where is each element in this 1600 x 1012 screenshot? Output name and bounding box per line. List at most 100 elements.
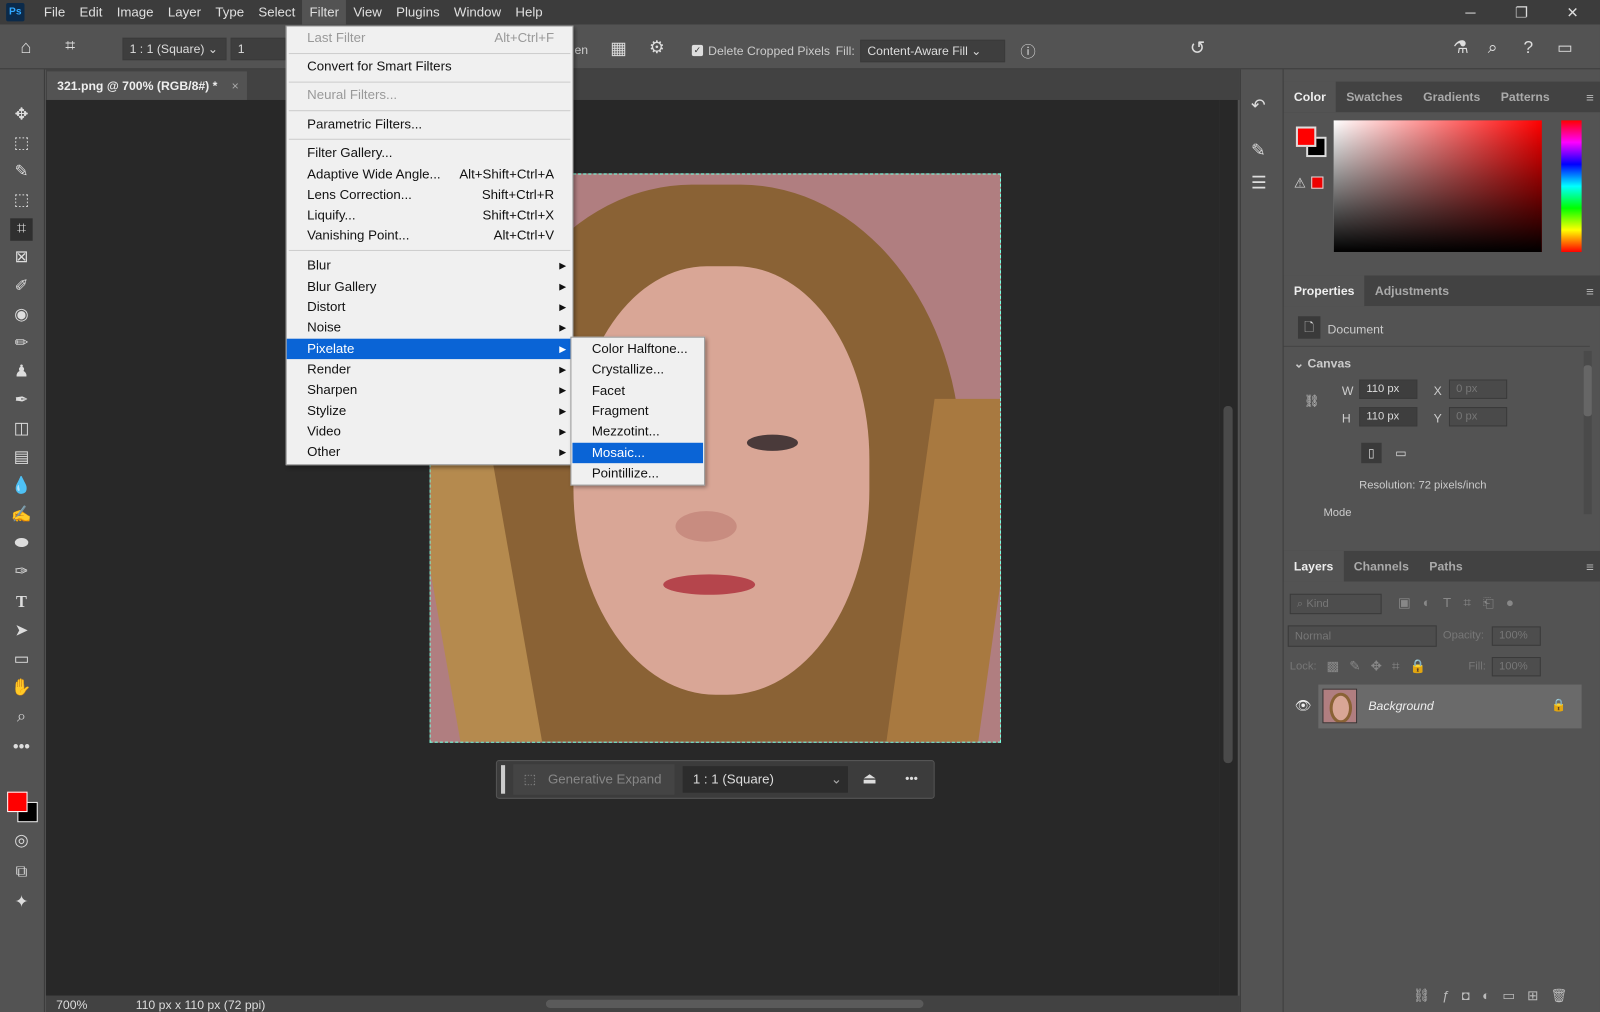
eraser-icon[interactable]: ◫ <box>10 418 32 440</box>
menu-item-render[interactable]: Render ▶ <box>287 359 573 379</box>
submenu-item-mosaic[interactable]: Mosaic... <box>572 442 704 464</box>
color-field[interactable] <box>1333 120 1542 252</box>
tab-swatches[interactable]: Swatches <box>1336 82 1413 113</box>
gradient-tool-icon[interactable]: ▤ <box>10 447 32 469</box>
search-icon[interactable]: ⌕ <box>1488 38 1498 58</box>
ratio-select[interactable]: 1 : 1 (Square) ⌄ <box>122 37 227 61</box>
layer-filter-icons[interactable]: ▣◐T⌗⎗● <box>1398 595 1526 611</box>
workspace-icon[interactable]: ▭ <box>1557 38 1572 58</box>
document-tab[interactable]: 321.png @ 700% (RGB/8#) * × <box>46 71 247 100</box>
crop-tool-icon[interactable]: ⌗ <box>10 218 33 241</box>
tab-color[interactable]: Color <box>1283 81 1337 113</box>
menu-edit[interactable]: Edit <box>72 0 109 24</box>
tab-adjustments[interactable]: Adjustments <box>1365 275 1460 306</box>
vertical-scrollbar[interactable] <box>1219 99 1238 996</box>
overlay-grid-icon[interactable]: ▦ <box>610 39 626 59</box>
menu-item-stylize[interactable]: Stylize ▶ <box>287 401 573 421</box>
color-fg-swatch[interactable] <box>1295 126 1317 147</box>
tab-layers[interactable]: Layers <box>1283 550 1344 582</box>
zoom-level[interactable]: 700% <box>56 998 87 1012</box>
crop-tool-preset-icon[interactable]: ⌗ <box>65 36 75 56</box>
visibility-eye-icon[interactable]: 👁 <box>1295 698 1312 714</box>
menu-image[interactable]: Image <box>110 0 161 24</box>
hand-tool-icon[interactable]: ✋ <box>10 677 32 699</box>
menu-item-sharpen[interactable]: Sharpen ▶ <box>287 380 573 400</box>
lock-icons[interactable]: ▩✎✥⌗🔒 <box>1327 658 1437 674</box>
width-input[interactable]: 110 px <box>1359 379 1418 399</box>
clear-button-partial[interactable]: en <box>574 43 588 57</box>
menu-item-blur[interactable]: Blur ▶ <box>287 255 573 275</box>
flask-icon[interactable]: ⚗ <box>1453 38 1469 58</box>
layer-row[interactable]: 👁 Background 🔒 <box>1284 684 1600 729</box>
menu-item-video[interactable]: Video ▶ <box>287 421 573 441</box>
frame-tool-icon[interactable]: ⊠ <box>10 247 32 269</box>
tab-gradients[interactable]: Gradients <box>1413 82 1491 113</box>
horizontal-scrollbar[interactable] <box>545 999 924 1008</box>
panel-menu-icon[interactable]: ≡ <box>1586 284 1594 299</box>
adjust-sliders-icon[interactable]: ☰ <box>1251 173 1267 193</box>
more-options-button[interactable]: ••• <box>905 771 918 785</box>
menu-select[interactable]: Select <box>251 0 302 24</box>
menu-plugins[interactable]: Plugins <box>389 0 447 24</box>
more-tools-icon[interactable]: ••• <box>10 737 32 759</box>
rectangle-tool-icon[interactable]: ▭ <box>10 649 32 671</box>
generative-expand-button[interactable]: ⬚ Generative Expand <box>513 764 675 795</box>
eyedropper-icon[interactable]: ✐ <box>10 275 32 297</box>
submenu-item-pointillize[interactable]: Pointillize... <box>572 463 703 483</box>
smudge-icon[interactable]: ⬬ <box>10 533 32 555</box>
menu-window[interactable]: Window <box>447 0 508 24</box>
history-brush-icon[interactable]: ✒ <box>10 390 32 412</box>
path-selection-icon[interactable]: ➤ <box>10 620 32 642</box>
quick-selection-icon[interactable]: ✎ <box>10 161 32 183</box>
link-icon[interactable]: ⛓ <box>1304 394 1320 408</box>
menu-item-blur-gallery[interactable]: Blur Gallery ▶ <box>287 276 573 296</box>
scroll-thumb[interactable] <box>1223 406 1233 764</box>
fill-select[interactable]: Content-Aware Fill ⌄ <box>860 39 1006 63</box>
in-gamut-color[interactable] <box>1311 176 1324 189</box>
landscape-orientation-icon[interactable]: ▭ <box>1391 443 1411 463</box>
context-ratio-select[interactable]: 1 : 1 (Square) ⌄ <box>682 766 848 793</box>
menu-layer[interactable]: Layer <box>161 0 208 24</box>
tab-channels[interactable]: Channels <box>1344 551 1420 582</box>
history-icon[interactable]: ↶ <box>1251 96 1266 116</box>
x-input[interactable]: 0 px <box>1448 379 1508 399</box>
menu-view[interactable]: View <box>346 0 389 24</box>
brush-tool-icon[interactable]: ✏ <box>10 333 32 355</box>
gear-icon[interactable]: ⚙ <box>649 38 665 58</box>
reset-icon[interactable]: ↺ <box>1190 38 1205 59</box>
delete-cropped-checkbox[interactable]: ✓ <box>691 44 704 57</box>
marquee-tool-icon[interactable]: ⬚ <box>10 133 32 155</box>
menu-help[interactable]: Help <box>508 0 550 24</box>
healing-brush-icon[interactable]: ◉ <box>10 304 32 326</box>
layer-actions[interactable]: ⛓ƒ◘◐▭⊞🗑 <box>1284 988 1600 1012</box>
menu-item-lens-correction[interactable]: Lens Correction... Shift+Ctrl+R <box>287 185 573 205</box>
fill-input[interactable]: 100% <box>1491 657 1541 677</box>
straighten-icon[interactable]: ⏏ <box>862 769 876 787</box>
blend-mode-select[interactable]: Normal <box>1287 625 1437 647</box>
info-icon[interactable]: ⓘ <box>1020 41 1035 62</box>
portrait-orientation-icon[interactable]: ▯ <box>1361 442 1382 464</box>
submenu-item-crystallize[interactable]: Crystallize... <box>572 359 703 379</box>
help-icon[interactable]: ? <box>1523 38 1533 58</box>
y-input[interactable]: 0 px <box>1448 407 1508 427</box>
layer-kind-filter[interactable]: ⌕ Kind <box>1289 593 1382 615</box>
menu-type[interactable]: Type <box>208 0 251 24</box>
move-tool-icon[interactable]: ✥ <box>10 104 32 126</box>
menu-item-other[interactable]: Other ▶ <box>287 442 573 462</box>
pen-tool-icon[interactable]: ✑ <box>10 561 32 583</box>
screen-mode-icon[interactable]: ⧉ <box>10 861 32 883</box>
menu-item-adaptive-wide-angle[interactable]: Adaptive Wide Angle... Alt+Shift+Ctrl+A <box>287 164 573 184</box>
submenu-item-color-halftone[interactable]: Color Halftone... <box>572 339 703 359</box>
type-tool-icon[interactable]: T <box>10 592 32 614</box>
restore-button[interactable]: ❐ <box>1498 0 1545 24</box>
layer-name[interactable]: Background <box>1368 699 1433 713</box>
stamp-tool-icon[interactable]: ♟ <box>10 361 32 383</box>
hue-slider[interactable] <box>1561 120 1582 252</box>
close-window-button[interactable]: ✕ <box>1549 0 1596 24</box>
menu-filter[interactable]: Filter <box>302 0 347 25</box>
properties-scrollbar[interactable] <box>1583 350 1592 515</box>
width-ratio-input[interactable]: 1 <box>230 37 286 61</box>
menu-item-liquify[interactable]: Liquify... Shift+Ctrl+X <box>287 205 573 225</box>
menu-item-pixelate[interactable]: Pixelate ▶ <box>286 338 573 360</box>
submenu-item-facet[interactable]: Facet <box>572 381 703 401</box>
